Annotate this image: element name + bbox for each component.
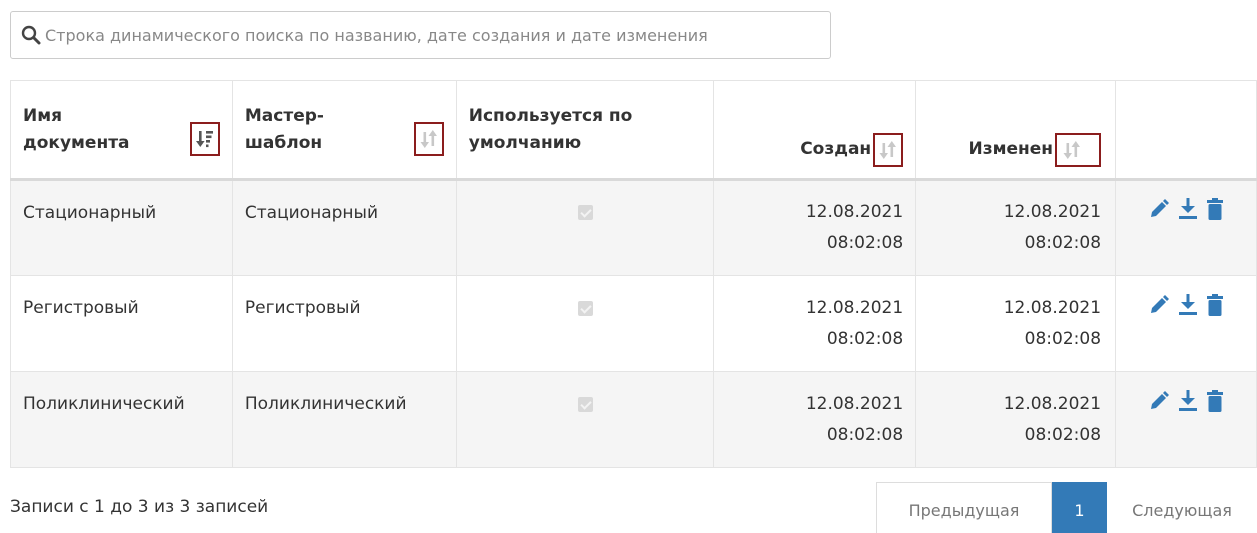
download-icon [1179,293,1198,315]
sort-icon [1063,140,1081,159]
checkbox-icon [577,396,593,412]
cell-modified: 12.08.2021 08:02:08 [915,275,1117,372]
edit-button[interactable] [1149,390,1170,412]
trash-icon [1207,198,1224,220]
cell-actions [1115,371,1257,468]
download-button[interactable] [1179,198,1198,220]
checkbox-icon [577,300,593,316]
cell-master: Стационарный [232,179,457,276]
pencil-icon [1151,294,1170,313]
pencil-icon [1151,199,1170,217]
header-master-line2: шаблон [244,132,323,153]
sort-icon [879,140,897,159]
modified-date: 12.08.2021 [1003,393,1102,414]
created-time: 08:02:08 [826,233,904,253]
pagination: Предыдущая 1 Следующая [876,482,1257,533]
header-default-line2: умолчанию [468,132,582,153]
search-input[interactable] [45,25,825,45]
cell-actions [1115,275,1257,372]
table-row: Регистровый Регистровый 12.08.2021 08:02… [10,275,1257,372]
header-created-label: Создан [800,139,872,160]
download-icon [1179,198,1198,219]
cell-master: Регистровый [232,275,457,372]
header-master-line1: Мастер- [244,106,324,127]
modified-time: 08:02:08 [1024,424,1102,445]
modified-time: 08:02:08 [1024,233,1102,253]
sort-created-button[interactable] [873,132,904,167]
download-button[interactable] [1179,389,1198,412]
delete-button[interactable] [1207,198,1224,220]
header-default-line1: Используется по [468,106,633,127]
sort-name-button[interactable] [189,121,220,156]
created-date: 12.08.2021 [805,202,904,223]
created-date: 12.08.2021 [805,297,904,318]
modified-time: 08:02:08 [1024,328,1102,349]
header-default: Используется по умолчанию [456,80,715,181]
header-master[interactable]: Мастер- шаблон [232,80,457,181]
header-actions [1115,80,1257,181]
page-1-button[interactable]: 1 [1052,482,1107,533]
table-row: Стационарный Стационарный 12.08.2021 08:… [10,179,1257,276]
search-icon [21,25,41,45]
cell-actions [1115,179,1257,276]
header-modified[interactable]: Изменен [915,80,1117,181]
cell-created: 12.08.2021 08:02:08 [713,179,917,276]
cell-default [456,371,715,468]
header-name-line1: Имя [23,106,63,127]
created-time: 08:02:08 [826,328,904,349]
edit-button[interactable] [1149,198,1170,220]
cell-name: Регистровый [10,275,233,372]
sort-modified-button[interactable] [1055,132,1102,167]
header-modified-label: Изменен [968,139,1054,160]
table-row: Поликлинический Поликлинический 12.08.20… [10,371,1257,468]
records-info: Записи с 1 до 3 из 3 записей [10,497,269,517]
sort-master-button[interactable] [413,121,444,156]
cell-created: 12.08.2021 08:02:08 [713,275,917,372]
header-name-line2: документа [23,132,130,153]
download-icon [1179,389,1198,411]
cell-default [456,275,715,372]
modified-date: 12.08.2021 [1003,202,1102,223]
checkbox-icon [577,205,593,221]
next-page-button[interactable]: Следующая [1107,482,1257,533]
header-created[interactable]: Создан [713,80,917,181]
table-header-row: Имя документа Мастер- шаблон Используетс… [10,80,1257,181]
download-button[interactable] [1179,293,1198,316]
created-time: 08:02:08 [826,424,904,445]
cell-modified: 12.08.2021 08:02:08 [915,179,1117,276]
cell-master: Поликлинический [232,371,457,468]
trash-icon [1207,293,1224,316]
delete-button[interactable] [1207,389,1224,412]
sort-desc-icon [195,130,213,147]
modified-date: 12.08.2021 [1003,297,1102,318]
delete-button[interactable] [1207,293,1224,316]
trash-icon [1207,389,1224,412]
cell-name: Поликлинический [10,371,233,468]
cell-name: Стационарный [10,179,233,276]
cell-created: 12.08.2021 08:02:08 [713,371,917,468]
documents-table: Имя документа Мастер- шаблон Используетс… [10,80,1257,468]
pencil-icon [1151,390,1170,409]
cell-modified: 12.08.2021 08:02:08 [915,371,1117,468]
edit-button[interactable] [1149,294,1170,316]
created-date: 12.08.2021 [805,393,904,414]
search-box[interactable] [10,11,831,59]
prev-page-button[interactable]: Предыдущая [876,482,1052,533]
sort-icon [420,129,437,148]
cell-default [456,179,715,276]
header-name[interactable]: Имя документа [10,80,233,181]
